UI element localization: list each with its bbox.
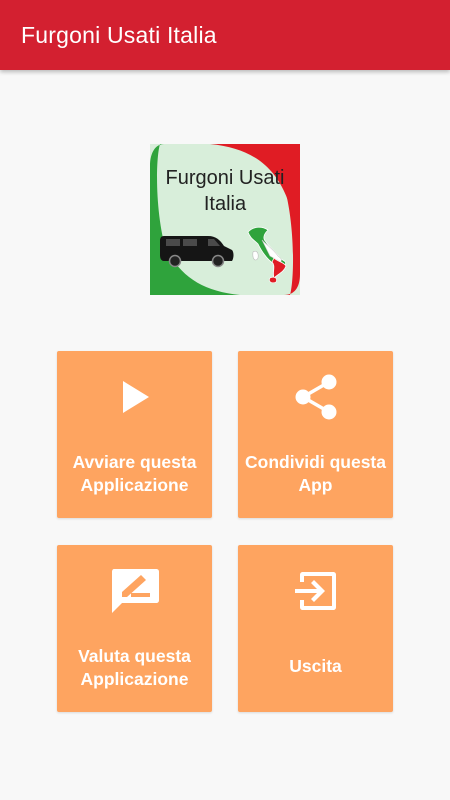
rate-app-label-line2: Applicazione <box>80 669 189 689</box>
share-icon <box>293 373 339 426</box>
start-app-label: Avviare questa Applicazione <box>61 451 208 497</box>
italy-map <box>247 226 287 284</box>
share-app-label-line2: App <box>298 475 333 495</box>
rate-app-button[interactable]: Valuta questa Applicazione <box>57 545 212 712</box>
share-app-label: Condividi questa App <box>242 451 389 497</box>
exit-label: Uscita <box>289 656 342 676</box>
start-app-button[interactable]: Avviare questa Applicazione <box>57 351 212 518</box>
logo-text-line2: Italia <box>203 193 247 215</box>
exit-icon <box>293 569 339 618</box>
app-bar: Furgoni Usati Italia <box>0 0 450 70</box>
app-title: Furgoni Usati Italia <box>21 21 217 48</box>
van-graphic <box>160 236 234 268</box>
play-icon <box>119 379 151 420</box>
logo-text-line1: Furgoni Usati <box>165 167 285 189</box>
rate-review-icon <box>110 567 160 620</box>
start-app-label-line2: Applicazione <box>80 475 189 495</box>
exit-button[interactable]: Uscita <box>238 545 393 712</box>
share-app-label-line1: Condividi questa <box>245 452 386 472</box>
rate-app-label-line1: Valuta questa <box>78 646 191 666</box>
share-app-button[interactable]: Condividi questa App <box>238 351 393 518</box>
start-app-label-line1: Avviare questa <box>72 452 197 472</box>
rate-app-label: Valuta questa Applicazione <box>61 645 208 691</box>
app-logo: Furgoni Usati Italia <box>150 144 300 295</box>
